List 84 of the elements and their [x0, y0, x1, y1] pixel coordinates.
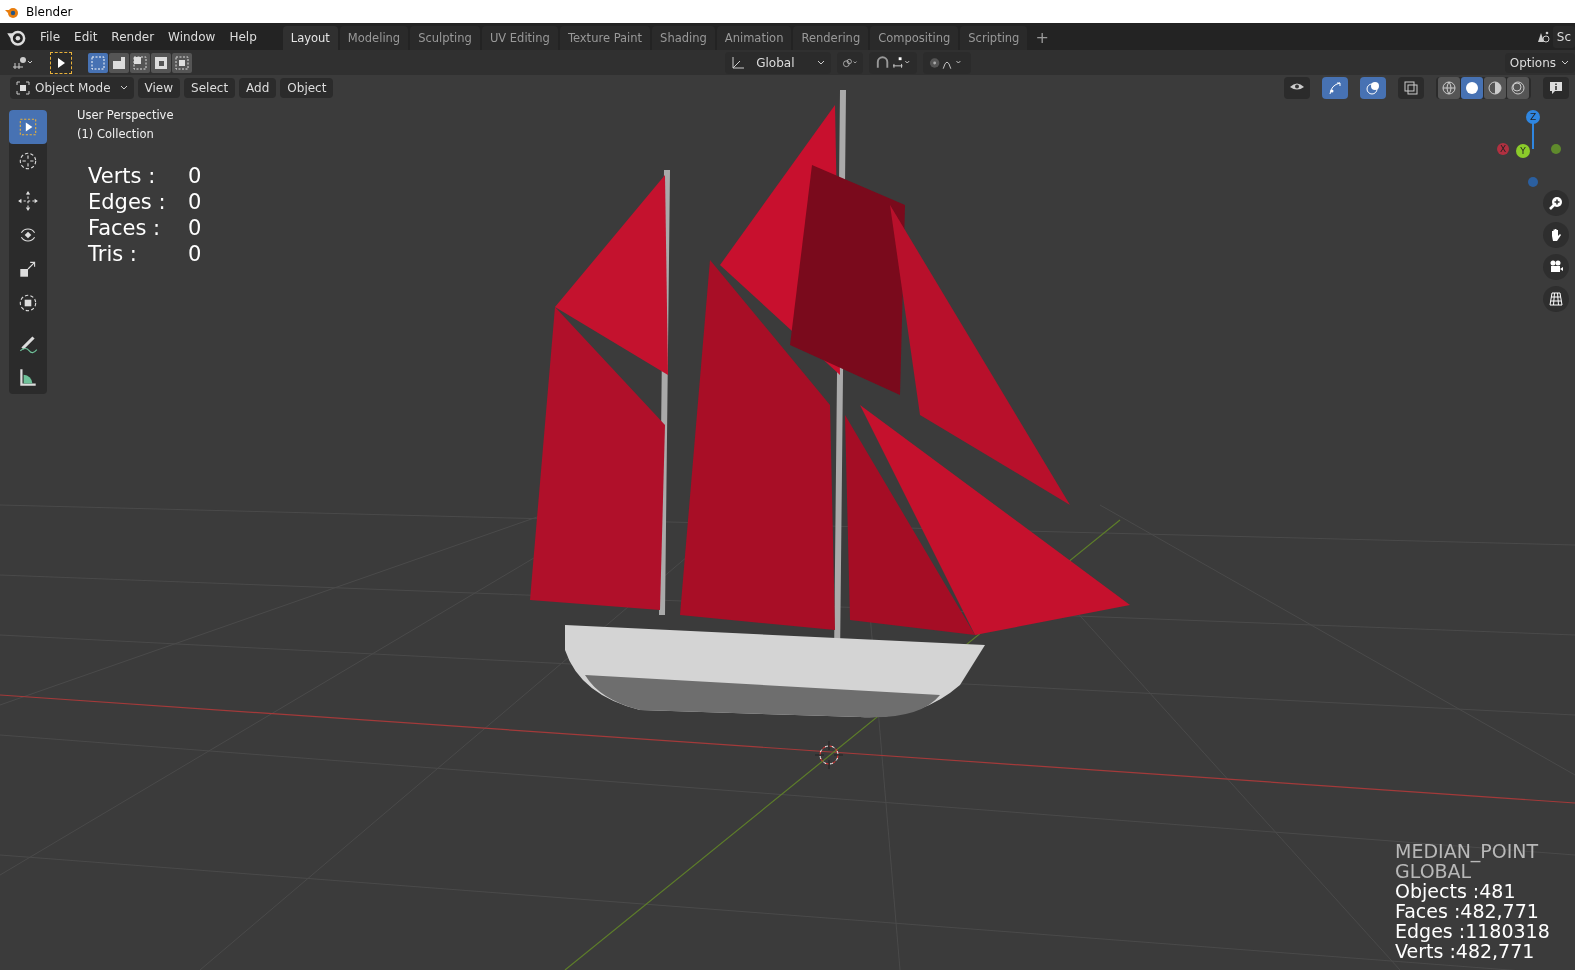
select-mode-button[interactable]	[151, 52, 171, 73]
select-mode-icon	[111, 54, 127, 71]
stat-label: Faces :	[88, 215, 162, 241]
menu-item[interactable]: Render	[105, 29, 161, 44]
axis-handle[interactable]: Z	[1526, 110, 1540, 124]
info-text: GLOBAL	[1395, 861, 1472, 881]
viewport-menu[interactable]: Object	[280, 77, 334, 98]
menu-item[interactable]: Help	[223, 29, 263, 44]
window-title: Blender	[26, 4, 73, 19]
shading-mode-button[interactable]	[1507, 76, 1529, 99]
workspace-tab[interactable]: Animation	[716, 26, 792, 50]
info-text: Edges :1180318	[1395, 921, 1550, 941]
workspace-tab[interactable]: Sculpting	[410, 26, 480, 50]
stat-value: 0	[188, 215, 202, 241]
viewport-toggle-button[interactable]	[1322, 76, 1348, 99]
info-icon	[1548, 79, 1564, 96]
select-mode-icon	[132, 54, 148, 71]
viewport-toggle-button[interactable]	[1398, 76, 1424, 99]
viewport-toggle-button[interactable]	[1360, 76, 1386, 99]
workspace-tab[interactable]: Layout	[282, 26, 338, 50]
proportional-edit-dropdown[interactable]	[923, 51, 972, 74]
stat-value: 0	[188, 189, 202, 215]
select-mode-button[interactable]	[109, 52, 129, 73]
info-text: Faces :482,771	[1395, 901, 1540, 921]
info-text: MEDIAN_POINT	[1395, 841, 1540, 861]
pivot-point-dropdown[interactable]	[837, 51, 864, 74]
workspace-tab[interactable]: Compositing	[870, 26, 959, 50]
info-text: Verts :482,771	[1395, 941, 1536, 961]
tool-icon	[17, 190, 39, 212]
stat-value: 0	[188, 163, 202, 189]
object-mode-dropdown[interactable]: Object Mode	[10, 76, 134, 99]
viewport-toggle-button[interactable]	[1284, 76, 1310, 99]
stat-label: Tris :	[88, 241, 138, 267]
stat-value: 0	[188, 241, 202, 267]
select-mode-icon	[90, 54, 106, 71]
collection-name: (1) Collection	[77, 127, 155, 141]
active-tool-button[interactable]	[50, 51, 72, 74]
workspace-tab[interactable]: Shading	[652, 26, 715, 50]
add-workspace-button[interactable]: +	[1029, 28, 1055, 50]
view-name: User Perspective	[77, 108, 174, 122]
workspace-tab[interactable]: Modeling	[339, 26, 409, 50]
stat-label: Edges :	[88, 189, 167, 215]
scene-field[interactable]: Sc	[1552, 25, 1575, 48]
viewport-menu[interactable]: Select	[184, 77, 236, 98]
object-mode-icon	[15, 79, 31, 96]
viewport-menu[interactable]: Add	[239, 77, 277, 98]
tool-icon	[17, 116, 39, 138]
workspace-tab[interactable]: Scripting	[960, 26, 1028, 50]
shading-sphere-icon	[1464, 79, 1480, 96]
select-mode-icon	[174, 54, 190, 71]
info-text: Objects :481	[1395, 881, 1517, 901]
shading-sphere-icon	[1487, 79, 1503, 96]
tool-icon	[17, 150, 39, 172]
axis-handle[interactable]	[1551, 144, 1561, 154]
options-dropdown[interactable]: Options	[1504, 52, 1575, 73]
viewport-toggle-icon	[1327, 79, 1343, 96]
viewport-toggle-icon	[1403, 79, 1419, 96]
snap-icon	[874, 54, 913, 71]
workspace-tab[interactable]: Rendering	[793, 26, 869, 50]
tool-icon	[17, 366, 39, 388]
menu-item[interactable]: Window	[162, 29, 222, 44]
tool-icon	[17, 292, 39, 314]
shading-mode-button[interactable]	[1461, 76, 1483, 99]
menu-item[interactable]: File	[34, 29, 67, 44]
shading-mode-button[interactable]	[1484, 76, 1506, 99]
axis-handle[interactable]: Y	[1516, 144, 1530, 158]
workspace-tab[interactable]: UV Editing	[481, 26, 558, 50]
menu-item[interactable]: Edit	[68, 29, 104, 44]
select-mode-icon	[153, 54, 169, 71]
workspace-tab[interactable]: Texture Paint	[559, 26, 651, 50]
select-mode-button[interactable]	[172, 52, 192, 73]
3d-cursor-icon	[814, 740, 844, 770]
shading-sphere-icon	[1510, 79, 1526, 96]
select-mode-button[interactable]	[130, 52, 150, 73]
axis-handle[interactable]	[1528, 177, 1538, 187]
viewport-toggle-icon	[1365, 79, 1381, 96]
axes-icon	[730, 54, 747, 71]
transform-orientation-dropdown[interactable]: Global	[725, 51, 832, 74]
shading-sphere-icon	[1441, 79, 1457, 96]
stat-label: Verts :	[88, 163, 157, 189]
shading-mode-button[interactable]	[1438, 76, 1460, 99]
select-mode-button[interactable]	[88, 52, 108, 73]
info-button[interactable]	[1543, 76, 1569, 99]
snap-dropdown[interactable]	[869, 51, 918, 74]
